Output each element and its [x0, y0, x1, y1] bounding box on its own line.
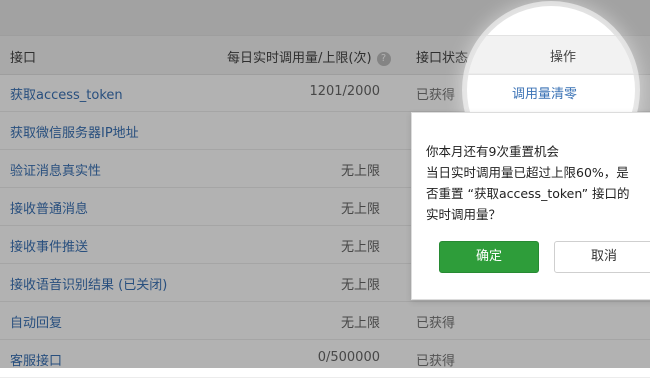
popover-line: 实时调用量？: [426, 207, 502, 222]
spotlight-header-status: 接口状态: [467, 46, 468, 65]
popover-line: 你本月还有9次重置机会: [426, 144, 559, 159]
popover-line: 当日实时调用量已超过上限60%，是: [426, 165, 629, 180]
reset-quota-link[interactable]: 调用量清零: [512, 83, 577, 102]
spotlight-divider: [467, 73, 635, 74]
popover-message: 你本月还有9次重置机会 当日实时调用量已超过上限60%，是 否重置 “获取acc…: [426, 141, 650, 225]
popover-line: 否重置 “获取access_token” 接口的: [426, 186, 630, 201]
reset-confirm-popover: 你本月还有9次重置机会 当日实时调用量已超过上限60%，是 否重置 “获取acc…: [411, 112, 650, 300]
spotlight-header-action: 操作: [550, 50, 577, 65]
cancel-button[interactable]: 取消: [554, 241, 650, 273]
confirm-button[interactable]: 确定: [439, 241, 539, 273]
